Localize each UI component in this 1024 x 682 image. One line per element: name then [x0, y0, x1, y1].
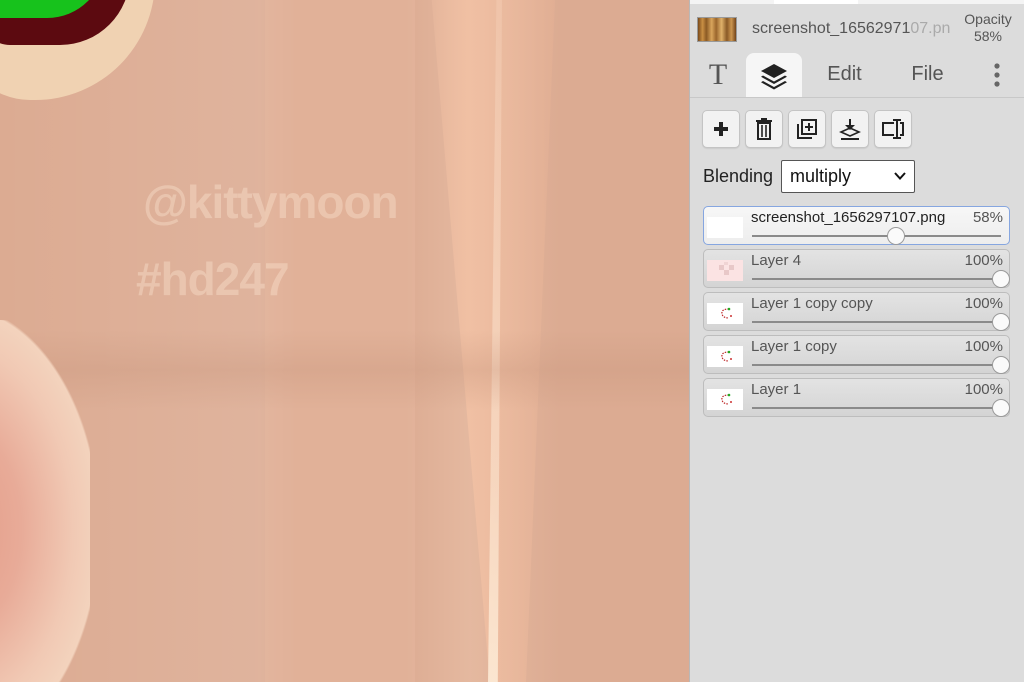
blending-mode-select[interactable]: multiply	[781, 160, 915, 193]
layer-opacity-value: 100%	[964, 252, 1003, 269]
tab-edit[interactable]: Edit	[812, 52, 877, 97]
layer-name: Layer 1 copy	[751, 338, 837, 355]
layer-row[interactable]: Layer 1 100%	[703, 378, 1010, 417]
more-menu-button[interactable]	[982, 52, 1012, 97]
layer-opacity-slider[interactable]	[752, 321, 1001, 323]
active-layer-thumbnail	[697, 17, 737, 42]
merge-down-icon	[839, 119, 861, 140]
add-layer-button[interactable]	[702, 110, 740, 148]
layer-thumbnail	[707, 389, 743, 410]
layer-opacity-slider[interactable]	[752, 407, 1001, 409]
chevron-down-icon	[894, 172, 906, 180]
layer-name: Layer 4	[751, 252, 802, 269]
layer-opacity-value: 58%	[972, 209, 1003, 226]
tabs-divider	[690, 97, 1024, 98]
artwork-pink-shape	[0, 320, 90, 682]
layer-name: Layer 1 copy copy	[751, 295, 873, 312]
panel-tabs: T Edit File	[690, 52, 1024, 98]
active-layer-filename: screenshot_1656297107.pn	[752, 20, 951, 37]
drawing-canvas[interactable]: @kittymoon #hd247	[0, 0, 689, 682]
tab-file[interactable]: File	[895, 52, 960, 97]
watermark-handle: @kittymoon	[143, 176, 399, 228]
layer-opacity-value: 100%	[964, 338, 1003, 355]
layer-opacity-slider-handle[interactable]	[992, 356, 1010, 374]
layer-thumbnail	[707, 303, 743, 324]
blending-label: Blending	[703, 166, 774, 186]
layer-row[interactable]: Layer 4 100%	[703, 249, 1010, 288]
tab-layers[interactable]	[746, 53, 802, 98]
text-tool-icon: T	[708, 57, 728, 91]
watermark-tag: #hd247	[136, 253, 290, 305]
blending-mode-value: multiply	[790, 166, 852, 186]
opacity-label: Opacity	[964, 11, 1012, 27]
layer-row[interactable]: Layer 1 copy 100%	[703, 335, 1010, 374]
layer-opacity-slider[interactable]	[752, 235, 1001, 237]
layer-row[interactable]: screenshot_1656297107.png 58%	[703, 206, 1010, 245]
more-vertical-icon	[994, 62, 1000, 87]
duplicate-layer-button[interactable]	[788, 110, 826, 148]
rename-layer-icon	[882, 119, 904, 139]
layer-thumbnail	[707, 260, 743, 281]
layer-opacity-slider[interactable]	[752, 364, 1001, 366]
layer-thumbnail	[707, 346, 743, 367]
background-shadow-band	[0, 330, 689, 410]
layer-list: screenshot_1656297107.png 58% Layer 4 100% L…	[703, 206, 1012, 421]
layers-icon	[761, 63, 787, 89]
layer-thumbnail	[707, 217, 743, 238]
opacity-value[interactable]: 58%	[958, 28, 1018, 44]
layer-name: Layer 1	[751, 381, 802, 398]
layer-opacity-slider[interactable]	[752, 278, 1001, 280]
delete-layer-icon	[756, 118, 772, 140]
layer-row[interactable]: Layer 1 copy copy 100%	[703, 292, 1010, 331]
merge-down-button[interactable]	[831, 110, 869, 148]
layer-opacity-value: 100%	[964, 295, 1003, 312]
layer-opacity-slider-handle[interactable]	[992, 270, 1010, 288]
layer-name: screenshot_1656297107.png	[751, 209, 946, 226]
add-layer-icon	[714, 122, 728, 136]
layer-opacity-value: 100%	[964, 381, 1003, 398]
duplicate-layer-icon	[797, 119, 817, 139]
panel-header: screenshot_1656297107.pn Opacity 58%	[690, 4, 1024, 52]
tab-text[interactable]: T	[690, 52, 746, 97]
layers-panel: screenshot_1656297107.pn Opacity 58% T E…	[689, 0, 1024, 682]
delete-layer-button[interactable]	[745, 110, 783, 148]
rename-layer-button[interactable]	[874, 110, 912, 148]
layer-opacity-slider-handle[interactable]	[992, 313, 1010, 331]
layer-opacity-slider-handle[interactable]	[887, 227, 906, 245]
layer-opacity-slider-handle[interactable]	[992, 399, 1010, 417]
